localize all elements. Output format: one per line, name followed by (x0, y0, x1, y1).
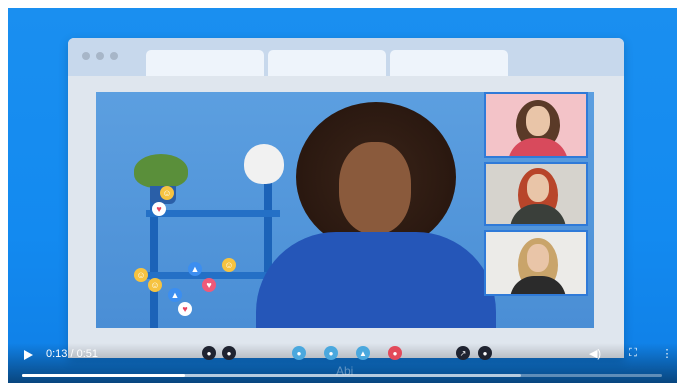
main-speaker-shirt (256, 232, 496, 328)
more-options-button[interactable]: ⋮ (660, 346, 674, 360)
thumbs-up-icon: ▲ (188, 262, 202, 276)
shelf-board (146, 210, 280, 217)
window-dot (110, 52, 118, 60)
participant-body (510, 276, 566, 294)
laugh-emoji-icon: ☺ (134, 268, 148, 282)
participant-face (527, 174, 549, 202)
video-call-stage: ☺ ♥ ☺ ☺ ▲ ♥ ♥ ☺ ▲ (96, 92, 594, 328)
expand-icon[interactable]: ↗ (456, 346, 470, 360)
progress-played (22, 374, 186, 377)
time-display: 0:13 / 0:51 (46, 348, 98, 360)
shelf-board (146, 272, 280, 279)
browser-tab (390, 50, 508, 76)
volume-button[interactable]: ◀) (588, 346, 602, 360)
plant-icon (134, 154, 188, 188)
video-player[interactable]: el ☺ ♥ ☺ (8, 8, 677, 383)
heart-icon: ♥ (178, 302, 192, 316)
settings-icon[interactable]: ● (478, 346, 492, 360)
browser-title-bar (68, 38, 624, 76)
participant-tile[interactable] (484, 92, 588, 158)
thumbs-up-icon: ▲ (168, 288, 182, 302)
laugh-emoji-icon: ☺ (148, 278, 162, 292)
browser-tab (146, 50, 264, 76)
helmet-icon (244, 144, 284, 184)
more-vertical-icon: ⋮ (661, 347, 673, 360)
heart-icon: ♥ (202, 278, 216, 292)
window-dot (82, 52, 90, 60)
share-screen-icon[interactable]: ▲ (356, 346, 370, 360)
participant-tile[interactable] (484, 162, 588, 226)
window-dot (96, 52, 104, 60)
window-dots (82, 52, 118, 60)
participant-body (508, 138, 568, 156)
heart-icon: ♥ (152, 202, 166, 216)
play-button[interactable] (22, 348, 34, 362)
progress-bar[interactable] (22, 374, 662, 377)
camera-icon[interactable]: ● (324, 346, 338, 360)
microphone-icon[interactable]: ● (292, 346, 306, 360)
main-speaker-face (339, 142, 411, 234)
participant-face (527, 244, 549, 272)
chat-icon[interactable]: ● (202, 346, 216, 360)
laugh-emoji-icon: ☺ (160, 186, 174, 200)
browser-tab (268, 50, 386, 76)
volume-icon: ◀) (588, 347, 602, 360)
laugh-emoji-icon: ☺ (222, 258, 236, 272)
participant-body (510, 204, 566, 224)
fullscreen-button[interactable]: ⛶ (626, 346, 640, 360)
fullscreen-icon: ⛶ (629, 346, 637, 359)
participant-tile[interactable] (484, 230, 588, 296)
hang-up-icon[interactable]: ● (388, 346, 402, 360)
browser-window-illustration: ☺ ♥ ☺ ☺ ▲ ♥ ♥ ☺ ▲ (68, 38, 624, 358)
participant-face (526, 106, 550, 136)
person-icon[interactable]: ● (222, 346, 236, 360)
